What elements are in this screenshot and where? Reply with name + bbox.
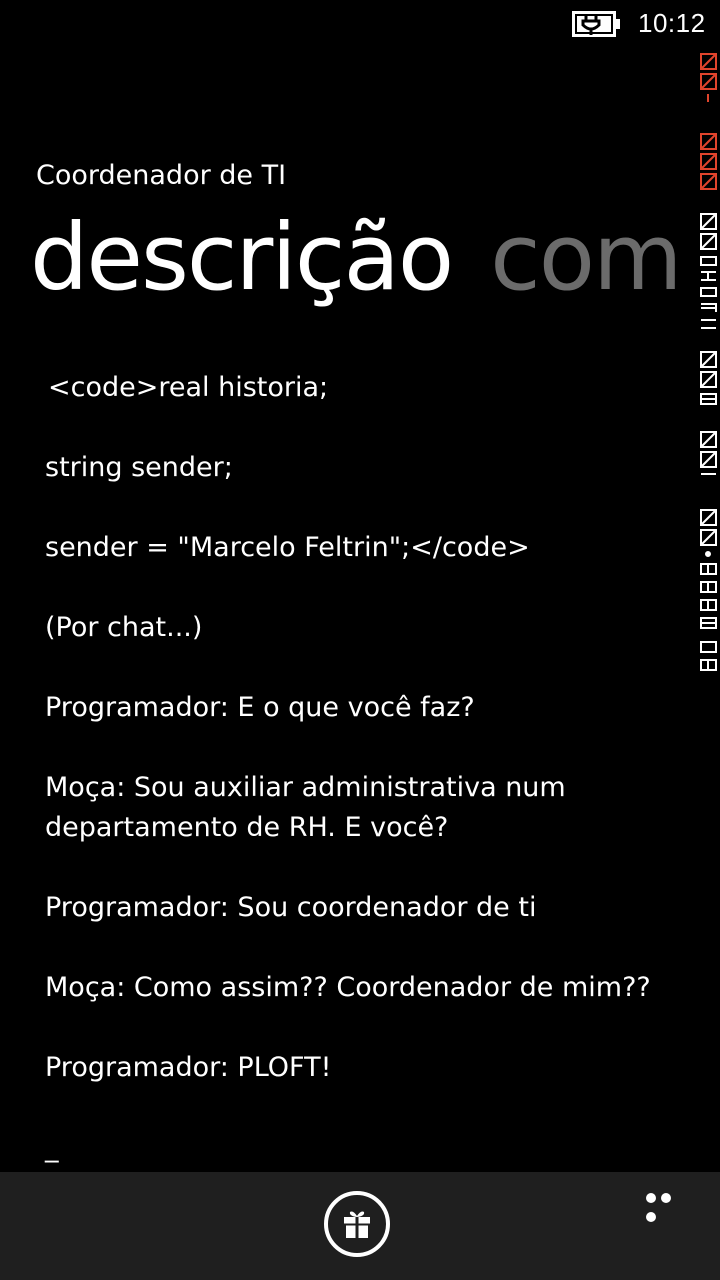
content-paragraph: Moça: Sou auxiliar administrativa num de…: [45, 772, 566, 843]
frame-rate-counter: [698, 52, 720, 684]
description-content: <code>real historia; string sender; send…: [45, 368, 675, 1208]
pivot-headers: descrição com: [30, 198, 720, 318]
content-paragraph: <code>real historia;: [48, 372, 329, 403]
app-bar: [0, 1172, 720, 1280]
clock-time: 10:12: [638, 8, 706, 38]
content-paragraph: string sender;: [45, 452, 233, 483]
content-paragraph: Programador: PLOFT!: [45, 1052, 332, 1083]
content-paragraph: sender = "Marcelo Feltrin";</code>: [45, 532, 530, 563]
content-paragraph: Programador: Sou coordenador de ti: [45, 892, 537, 923]
gift-icon: [344, 1211, 370, 1238]
gift-button[interactable]: [324, 1191, 390, 1257]
status-bar: 10:12: [0, 0, 720, 48]
content-paragraph: Programador: E o que você faz?: [45, 692, 475, 723]
pivot-header-com[interactable]: com: [490, 198, 682, 318]
screen: 10:12 Coordenador de TI descrição com <c…: [0, 0, 720, 1280]
content-paragraph: _: [45, 1132, 59, 1163]
pivot-header-descricao[interactable]: descrição: [30, 198, 454, 318]
more-dots-icon[interactable]: [646, 1188, 690, 1222]
battery-charging-icon: [572, 11, 622, 37]
content-paragraph: (Por chat...): [45, 612, 203, 643]
content-paragraph: Moça: Como assim?? Coordenador de mim??: [45, 972, 651, 1003]
app-title: Coordenador de TI: [36, 160, 287, 191]
